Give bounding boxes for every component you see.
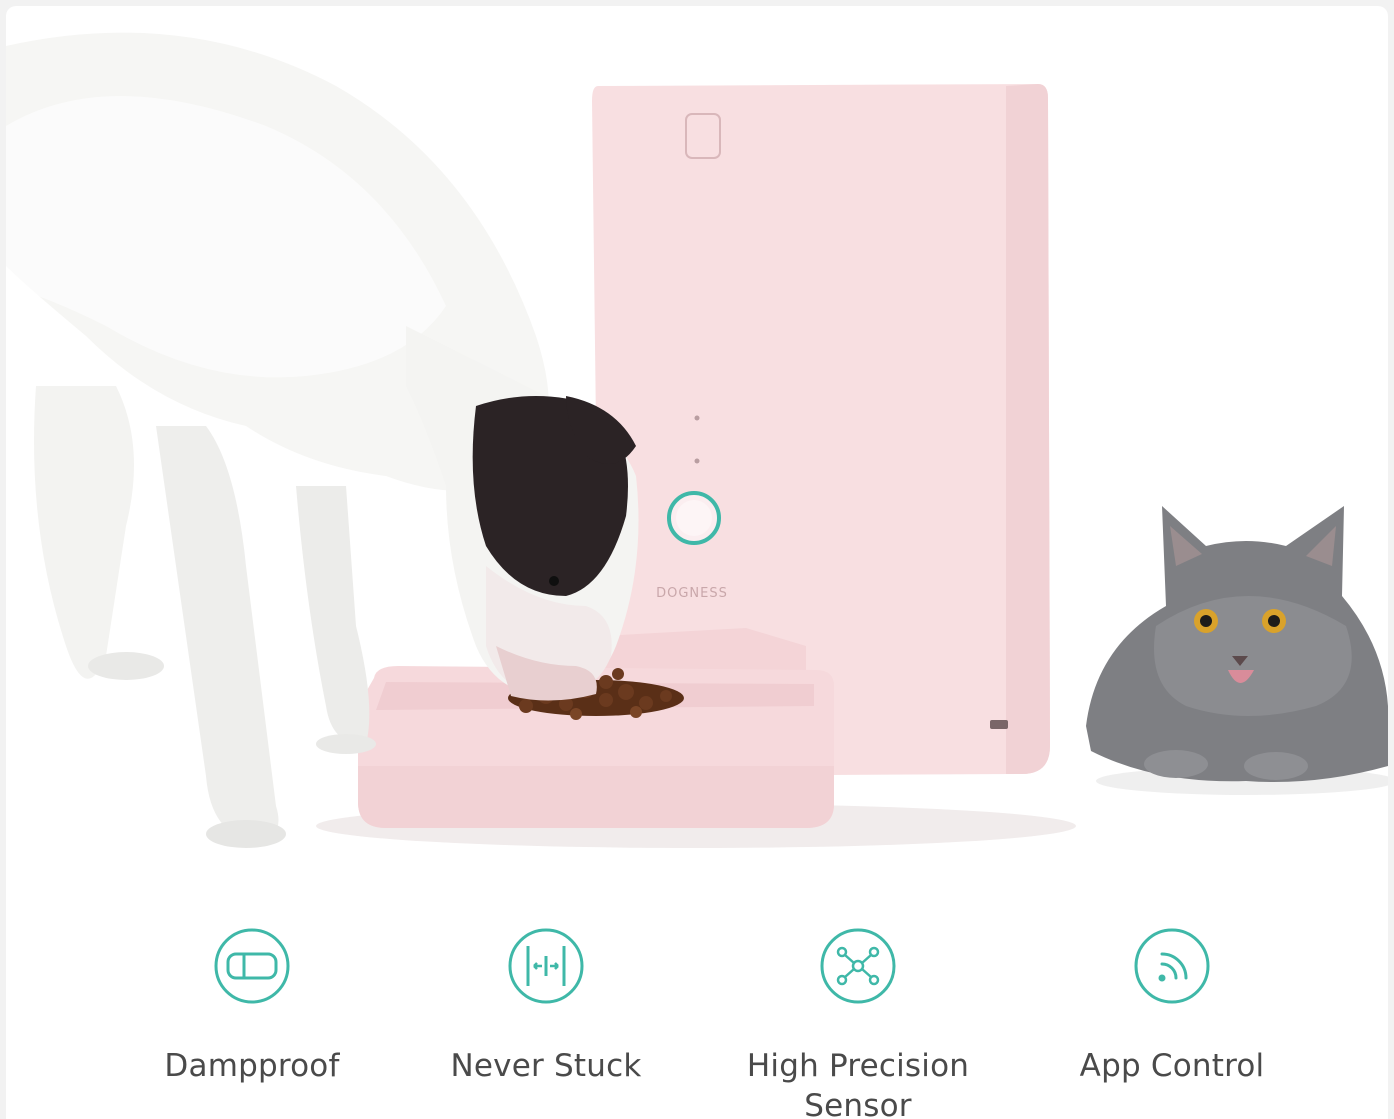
product-photo-illustration: DOGNESS — [6, 32, 1388, 848]
feature-item-dampproof: Dampproof — [102, 926, 402, 1086]
feature-label: Dampproof — [164, 1048, 340, 1084]
wifi-light — [694, 458, 700, 464]
precision-sensor-icon — [820, 928, 896, 1004]
app-control-icon — [1134, 928, 1210, 1004]
product-photo: DOGNESS — [6, 6, 1388, 886]
feature-item-never-stuck: Never Stuck — [396, 926, 696, 1086]
feature-label: Never Stuck — [450, 1048, 642, 1084]
feature-list: Dampproof Never Stuck High Precision Sen… — [6, 926, 1388, 1119]
feature-label: App Control — [1079, 1048, 1265, 1084]
brand-logo: DOGNESS — [656, 586, 728, 601]
feature-item-high-precision-sensor: High Precision Sensor — [708, 926, 1008, 1119]
status-light — [694, 415, 700, 421]
feature-label: High Precision Sensor — [746, 1048, 970, 1119]
dampproof-icon — [214, 928, 290, 1004]
product-image-frame: DOGNESS Dampproof Never Stuck High Preci… — [6, 6, 1388, 1119]
power-button-inner — [676, 500, 712, 536]
cat-illustration — [1086, 506, 1388, 782]
usb-port — [990, 720, 1008, 729]
never-stuck-icon — [508, 928, 584, 1004]
feature-item-app-control: App Control — [1022, 926, 1322, 1086]
